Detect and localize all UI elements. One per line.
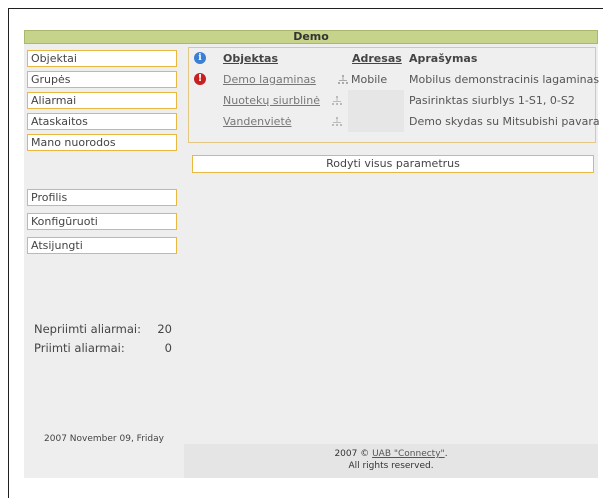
network-icon [332,96,342,105]
accepted-alarms-count: 0 [164,341,172,355]
column-header-description: Aprašymas [409,52,478,65]
sidebar-item-logout[interactable]: Atsijungti [27,237,177,254]
object-description: Demo skydas su Mitsubishi pavara [409,115,600,128]
sidebar-item-my-links[interactable]: Mano nuorodos [27,134,177,151]
copyright-line: 2007 © UAB "Connecty". [184,448,598,460]
footer: 2007 © UAB "Connecty". All rights reserv… [184,444,598,478]
object-link[interactable]: Vandenvietė [223,111,292,132]
sidebar-item-reports[interactable]: Ataskaitos [27,113,177,130]
objects-table: i Objektas Adresas Aprašymas ! Demo laga… [188,47,600,143]
object-link[interactable]: Nuotekų siurblinė [223,90,320,111]
alert-icon: ! [194,73,206,85]
network-icon [338,75,348,84]
copyright-year: 2007 © [334,449,370,459]
object-address [348,90,404,111]
sidebar: Objektai Grupės Aliarmai Ataskaitos Mano… [24,44,184,478]
alarm-stats: Nepriimti aliarmai: 20 Priimti aliarmai:… [34,322,172,360]
sidebar-item-configure[interactable]: Konfigūruoti [27,213,177,230]
sidebar-item-alarms[interactable]: Aliarmai [27,92,177,109]
column-header-address[interactable]: Adresas [352,48,402,69]
show-all-parameters-button[interactable]: Rodyti visus parametrus [192,155,594,173]
accepted-alarms-label: Priimti aliarmai: [34,341,125,355]
network-icon [332,117,342,126]
table-row: Vandenvietė Demo skydas su Mitsubishi pa… [189,111,600,132]
page-title: Demo [293,30,329,43]
sidebar-item-groups[interactable]: Grupės [27,71,177,88]
object-link[interactable]: Demo lagaminas [223,69,316,90]
table-header-row: i Objektas Adresas Aprašymas [189,48,597,69]
table-row: Nuotekų siurblinė Pasirinktas siurblys 1… [189,90,597,111]
object-address: Mobile [351,73,388,86]
info-icon[interactable]: i [194,52,206,64]
table-row: ! Demo lagaminas Mobile Mobilus demonstr… [189,69,600,90]
current-date: 2007 November 09, Friday [44,434,164,444]
unaccepted-alarms-count: 20 [157,322,172,336]
column-header-object[interactable]: Objektas [223,48,278,69]
copyright-dot: . [444,449,448,459]
main-content: i Objektas Adresas Aprašymas ! Demo laga… [184,44,600,444]
rights-text: All rights reserved. [348,461,434,471]
object-description: Mobilus demonstracinis lagaminas [409,73,600,86]
unaccepted-alarms-label: Nepriimti aliarmai: [34,322,141,336]
sidebar-item-objects[interactable]: Objektai [27,50,177,67]
page-title-bar: Demo [24,30,598,44]
object-description: Pasirinktas siurblys 1-S1, 0-S2 [409,94,575,107]
company-link[interactable]: UAB "Connecty" [372,449,445,459]
sidebar-item-profile[interactable]: Profilis [27,189,177,206]
object-address [348,111,404,132]
